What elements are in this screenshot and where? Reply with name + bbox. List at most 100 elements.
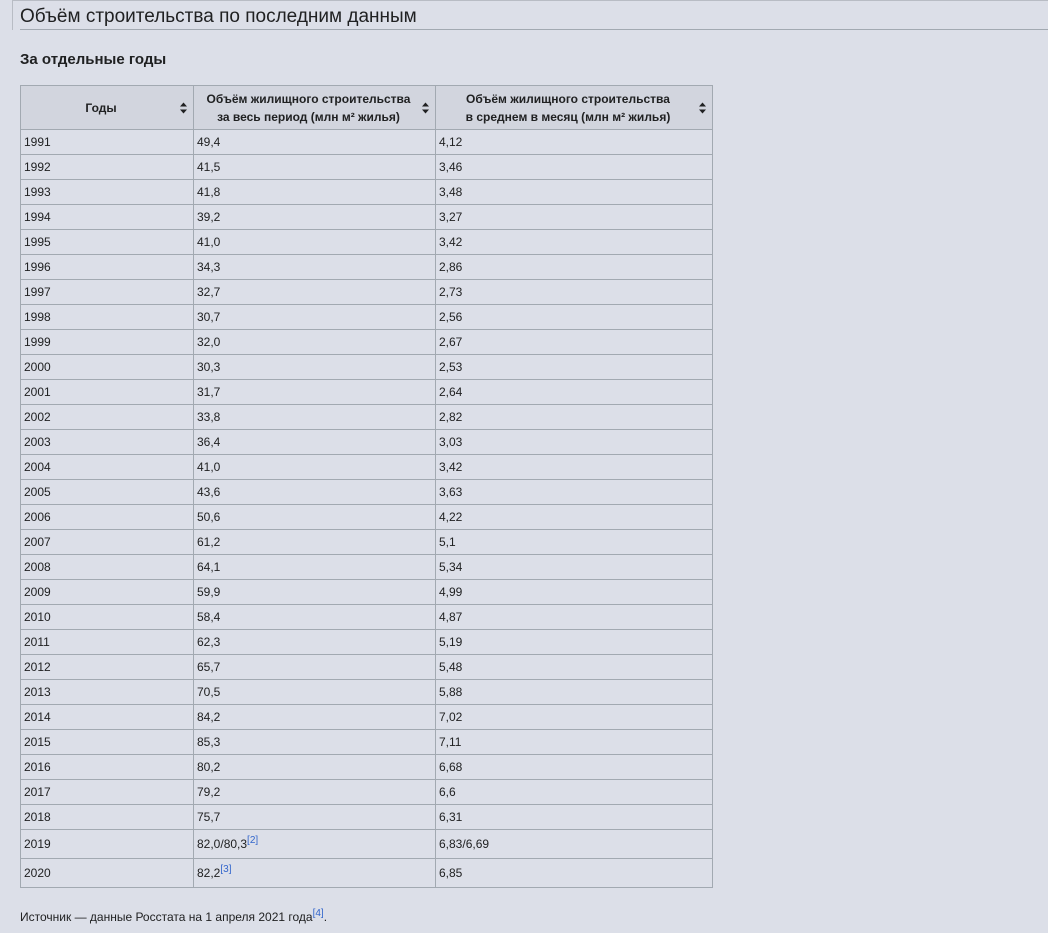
cell-year: 2007 bbox=[20, 529, 194, 555]
column-header-monthly-volume[interactable]: Объём жилищного строительства в среднем … bbox=[435, 85, 713, 130]
cell-monthly: 5,19 bbox=[435, 629, 713, 655]
cell-year: 2014 bbox=[20, 704, 194, 730]
cell-total-value: 32,7 bbox=[197, 285, 221, 299]
cell-total: 36,4 bbox=[193, 429, 436, 455]
table-row: 1999 32,0 2,67 bbox=[20, 329, 713, 355]
cell-total: 41,0 bbox=[193, 454, 436, 480]
table-row: 2011 62,3 5,19 bbox=[20, 629, 713, 655]
cell-total-value: 41,0 bbox=[197, 460, 221, 474]
cell-year: 2016 bbox=[20, 754, 194, 780]
cell-total-value: 50,6 bbox=[197, 510, 221, 524]
cell-total: 64,1 bbox=[193, 554, 436, 580]
cell-total: 33,8 bbox=[193, 404, 436, 430]
sort-icon[interactable] bbox=[422, 102, 429, 113]
cell-total-value: 82,2 bbox=[197, 866, 221, 880]
table-row: 2006 50,6 4,22 bbox=[20, 504, 713, 530]
cell-monthly: 3,63 bbox=[435, 479, 713, 505]
cell-monthly: 3,27 bbox=[435, 204, 713, 230]
cell-total-value: 64,1 bbox=[197, 560, 221, 574]
cell-total: 59,9 bbox=[193, 579, 436, 605]
source-note: Источник — данные Росстата на 1 апреля 2… bbox=[20, 908, 327, 926]
cell-total: 30,7 bbox=[193, 304, 436, 330]
table-row: 2013 70,5 5,88 bbox=[20, 679, 713, 705]
cell-total-value: 31,7 bbox=[197, 385, 221, 399]
cell-monthly: 4,87 bbox=[435, 604, 713, 630]
table-row: 2005 43,6 3,63 bbox=[20, 479, 713, 505]
cell-total-value: 33,8 bbox=[197, 410, 221, 424]
cell-total: 62,3 bbox=[193, 629, 436, 655]
column-header-monthly-volume-line1: Объём жилищного строительства bbox=[466, 91, 670, 106]
cell-monthly: 7,11 bbox=[435, 729, 713, 755]
cell-total: 70,5 bbox=[193, 679, 436, 705]
cell-monthly: 3,46 bbox=[435, 154, 713, 180]
table-row: 2015 85,3 7,11 bbox=[20, 729, 713, 755]
cell-year: 2012 bbox=[20, 654, 194, 680]
cell-total: 80,2 bbox=[193, 754, 436, 780]
cell-total: 41,5 bbox=[193, 154, 436, 180]
column-header-monthly-volume-line2: в среднем в месяц (млн м² жилья) bbox=[465, 109, 671, 124]
cell-year: 2006 bbox=[20, 504, 194, 530]
cell-monthly: 3,42 bbox=[435, 229, 713, 255]
cell-monthly: 5,88 bbox=[435, 679, 713, 705]
cell-year: 2004 bbox=[20, 454, 194, 480]
cell-monthly: 5,48 bbox=[435, 654, 713, 680]
cell-total-value: 59,9 bbox=[197, 585, 221, 599]
cell-monthly: 3,42 bbox=[435, 454, 713, 480]
cell-total-value: 62,3 bbox=[197, 635, 221, 649]
table-row: 1993 41,8 3,48 bbox=[20, 179, 713, 205]
table-row: 1992 41,5 3,46 bbox=[20, 154, 713, 180]
reference-link[interactable]: [4] bbox=[313, 908, 324, 919]
table-row: 2004 41,0 3,42 bbox=[20, 454, 713, 480]
cell-total-value: 84,2 bbox=[197, 710, 221, 724]
table-row: 1996 34,3 2,86 bbox=[20, 254, 713, 280]
table-row: 2000 30,3 2,53 bbox=[20, 354, 713, 380]
cell-total-value: 58,4 bbox=[197, 610, 221, 624]
cell-total: 82,0/80,3[2] bbox=[193, 829, 436, 859]
cell-monthly: 6,31 bbox=[435, 804, 713, 830]
reference-link[interactable]: [2] bbox=[247, 835, 258, 846]
cell-total-value: 41,8 bbox=[197, 185, 221, 199]
cell-monthly: 2,86 bbox=[435, 254, 713, 280]
cell-total-value: 80,2 bbox=[197, 760, 221, 774]
cell-monthly: 3,48 bbox=[435, 179, 713, 205]
cell-total-value: 34,3 bbox=[197, 260, 221, 274]
cell-year: 2018 bbox=[20, 804, 194, 830]
cell-monthly: 5,1 bbox=[435, 529, 713, 555]
cell-monthly: 2,82 bbox=[435, 404, 713, 430]
cell-total: 34,3 bbox=[193, 254, 436, 280]
cell-year: 2013 bbox=[20, 679, 194, 705]
table-row: 2020 82,2[3] 6,85 bbox=[20, 858, 713, 888]
sort-icon[interactable] bbox=[699, 102, 706, 113]
cell-year: 2005 bbox=[20, 479, 194, 505]
cell-total: 85,3 bbox=[193, 729, 436, 755]
cell-year: 2017 bbox=[20, 779, 194, 805]
cell-total-value: 85,3 bbox=[197, 735, 221, 749]
cell-year: 2010 bbox=[20, 604, 194, 630]
cell-year: 2015 bbox=[20, 729, 194, 755]
sort-icon[interactable] bbox=[180, 102, 187, 113]
cell-year: 1991 bbox=[20, 129, 194, 155]
source-note-end: . bbox=[323, 910, 328, 924]
cell-total: 58,4 bbox=[193, 604, 436, 630]
column-header-years[interactable]: Годы bbox=[20, 85, 194, 130]
table-row: 2003 36,4 3,03 bbox=[20, 429, 713, 455]
cell-total-value: 49,4 bbox=[197, 135, 221, 149]
cell-total: 31,7 bbox=[193, 379, 436, 405]
table-row: 1997 32,7 2,73 bbox=[20, 279, 713, 305]
column-header-years-label: Годы bbox=[85, 100, 117, 115]
cell-total-value: 43,6 bbox=[197, 485, 221, 499]
cell-monthly: 6,83/6,69 bbox=[435, 829, 713, 859]
cell-monthly: 6,68 bbox=[435, 754, 713, 780]
reference-link[interactable]: [3] bbox=[220, 864, 231, 875]
cell-total-value: 79,2 bbox=[197, 785, 221, 799]
cell-year: 2001 bbox=[20, 379, 194, 405]
column-header-total-volume[interactable]: Объём жилищного строительства за весь пе… bbox=[193, 85, 436, 130]
cell-year: 2009 bbox=[20, 579, 194, 605]
table-row: 2016 80,2 6,68 bbox=[20, 754, 713, 780]
cell-monthly: 4,22 bbox=[435, 504, 713, 530]
cell-total: 49,4 bbox=[193, 129, 436, 155]
cell-total: 39,2 bbox=[193, 204, 436, 230]
housing-construction-table: Годы Объём жилищного строительства за ве… bbox=[20, 85, 713, 888]
cell-total-value: 30,3 bbox=[197, 360, 221, 374]
cell-monthly: 6,6 bbox=[435, 779, 713, 805]
